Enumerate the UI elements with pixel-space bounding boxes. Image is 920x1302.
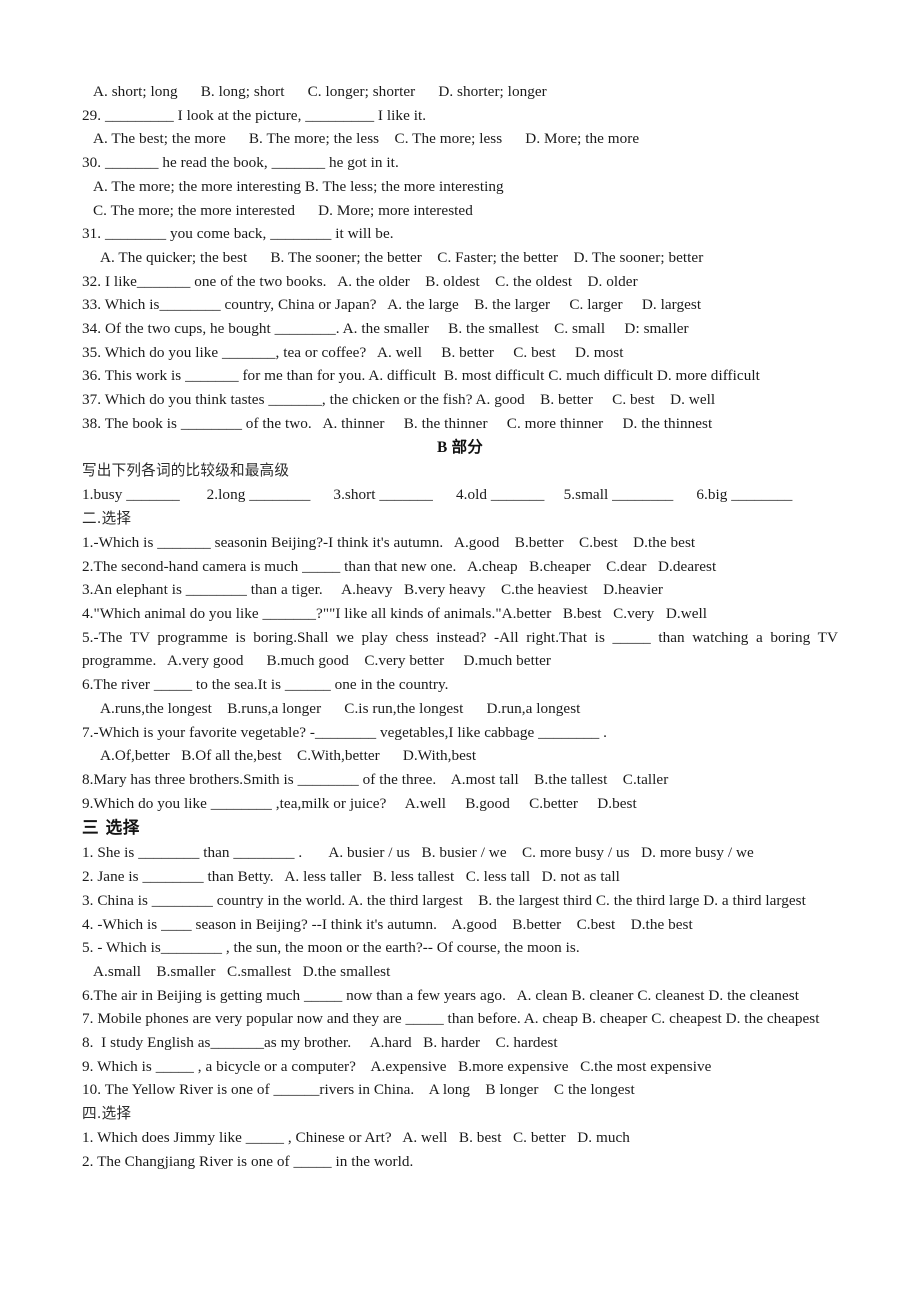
- question-line-s3-q3: 3. China is ________ country in the worl…: [82, 891, 806, 909]
- question-line-s2-q4: 4."Which animal do you like _______?""I …: [82, 605, 708, 623]
- question-line-q32: 32. I like_______ one of the two books. …: [82, 272, 638, 290]
- word-forms-line: 1.busy _______ 2.long ________ 3.short _…: [82, 486, 793, 504]
- question-line-s4-q1: 1. Which does Jimmy like _____ , Chinese…: [82, 1129, 630, 1147]
- question-line-q30-stem: 30. _______ he read the book, _______ he…: [82, 154, 399, 172]
- question-line-s2-q2: 2.The second-hand camera is much _____ t…: [82, 557, 717, 575]
- section-three-questions: 1. She is ________ than ________ . A. bu…: [82, 841, 838, 1102]
- document-body: A. short; long B. long; short C. longer;…: [82, 80, 838, 1269]
- question-line-s3-q6: 6.The air in Beijing is getting much ___…: [82, 986, 799, 1004]
- question-line-s3-q7: 7. Mobile phones are very popular now an…: [82, 1010, 820, 1028]
- question-line-s3-q2: 2. Jane is ________ than Betty. A. less …: [82, 868, 620, 886]
- question-line-s3-q8: 8. I study English as_______as my brothe…: [82, 1034, 558, 1052]
- question-line-q30-options-ab: A. The more; the more interesting B. The…: [93, 177, 504, 195]
- section-a-continued: A. short; long B. long; short C. longer;…: [82, 80, 838, 436]
- question-line-s2-q9: 9.Which do you like ________ ,tea,milk o…: [82, 794, 637, 812]
- section-three-heading: 三 选择: [82, 818, 140, 838]
- question-line-s2-q1: 1.-Which is _______ seasonin Beijing?-I …: [82, 533, 696, 551]
- question-line-s2-q6-stem: 6.The river _____ to the sea.It is _____…: [82, 676, 449, 694]
- section-b-instruction: 写出下列各词的比较级和最高级: [82, 462, 290, 480]
- question-line-s2-q8: 8.Mary has three brothers.Smith is _____…: [82, 770, 669, 788]
- question-line-s3-q4: 4. -Which is ____ season in Beijing? --I…: [82, 915, 693, 933]
- question-line-q29-stem: 29. _________ I look at the picture, ___…: [82, 106, 427, 124]
- page-bottom-whitespace: [82, 1174, 838, 1269]
- question-line-s2-q6-options: A.runs,the longest B.runs,a longer C.is …: [100, 699, 581, 717]
- section-four-questions: 1. Which does Jimmy like _____ , Chinese…: [82, 1126, 838, 1173]
- question-line-s2-q7-options: A.Of,better B.Of all the,best C.With,bet…: [100, 747, 477, 765]
- question-line-q34: 34. Of the two cups, he bought ________.…: [82, 320, 689, 338]
- question-line-q28-options: A. short; long B. long; short C. longer;…: [93, 83, 547, 100]
- question-line-s3-q9: 9. Which is _____ , a bicycle or a compu…: [82, 1057, 712, 1075]
- question-line-s2-q3: 3.An elephant is ________ than a tiger. …: [82, 581, 663, 599]
- section-b-heading: B 部分: [436, 438, 484, 456]
- question-line-q33: 33. Which is________ country, China or J…: [82, 296, 702, 314]
- question-line-s3-q5-options: A.small B.smaller C.smallest D.the small…: [93, 962, 391, 980]
- question-line-q30-options-cd: C. The more; the more interested D. More…: [93, 201, 473, 219]
- question-line-q29-options: A. The best; the more B. The more; the l…: [93, 130, 640, 148]
- section-four-heading: 四.选择: [82, 1105, 132, 1123]
- worksheet-page: A. short; long B. long; short C. longer;…: [0, 0, 920, 1302]
- question-line-s3-q1: 1. She is ________ than ________ . A. bu…: [82, 844, 754, 862]
- question-line-q38: 38. The book is ________ of the two. A. …: [82, 414, 713, 432]
- section-two-questions: 1.-Which is _______ seasonin Beijing?-I …: [82, 531, 838, 815]
- question-line-s3-q10: 10. The Yellow River is one of ______riv…: [82, 1081, 635, 1099]
- question-line-q37: 37. Which do you think tastes _______, t…: [82, 391, 716, 409]
- question-line-q36: 36. This work is _______ for me than for…: [82, 367, 760, 385]
- question-line-q31-options: A. The quicker; the best B. The sooner; …: [100, 248, 704, 266]
- question-line-s2-q7-stem: 7.-Which is your favorite vegetable? -__…: [82, 723, 607, 741]
- question-line-q35: 35. Which do you like _______, tea or co…: [82, 343, 624, 361]
- question-line-s3-q5-stem: 5. - Which is________ , the sun, the moo…: [82, 939, 580, 957]
- question-line-s4-q2: 2. The Changjiang River is one of _____ …: [82, 1152, 414, 1170]
- question-line-s2-q5: 5.-The TV programme is boring.Shall we p…: [82, 628, 842, 670]
- question-line-q31-stem: 31. ________ you come back, ________ it …: [82, 225, 394, 243]
- section-two-heading: 二.选择: [82, 509, 132, 527]
